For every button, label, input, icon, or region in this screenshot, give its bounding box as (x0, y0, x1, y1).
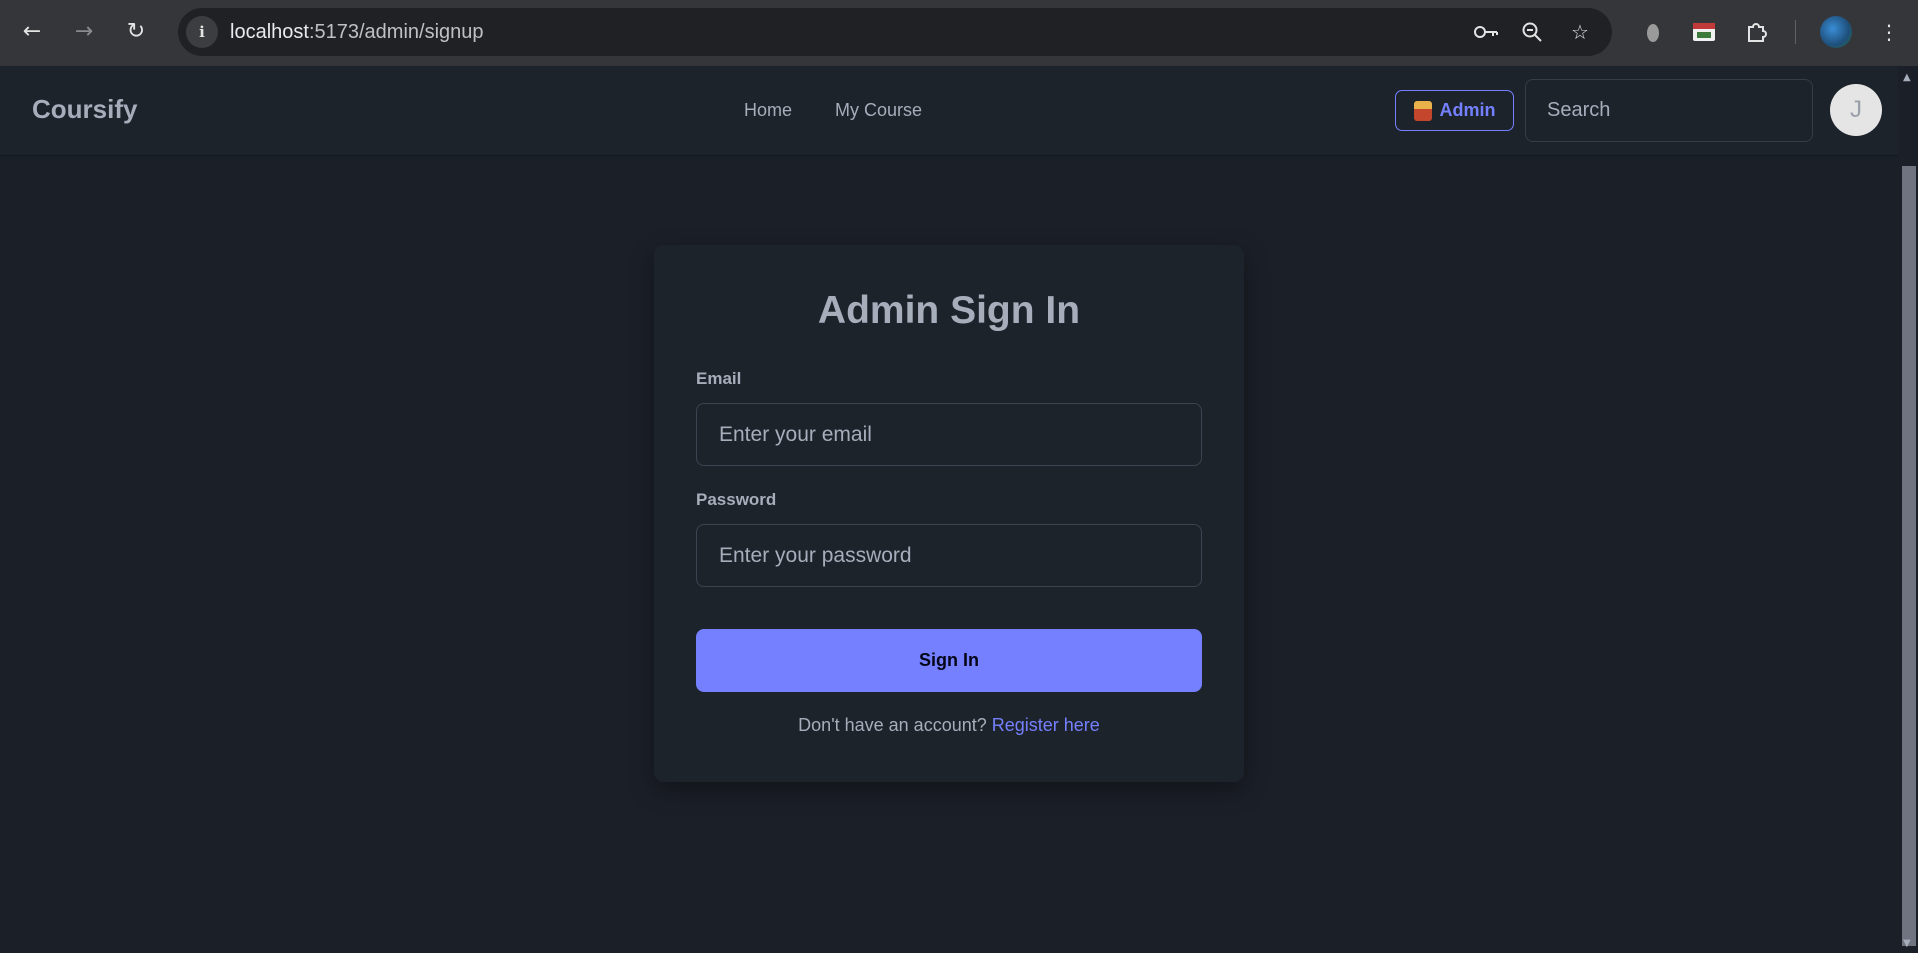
browser-toolbar: ← → ↻ i localhost:5173/admin/signup ☆ ⋮ (0, 0, 1918, 66)
logo[interactable]: Coursify (32, 94, 137, 125)
admin-emoji-icon (1413, 100, 1432, 121)
extension-icon[interactable] (1686, 14, 1722, 50)
email-field[interactable] (696, 403, 1202, 466)
nav-home-link[interactable]: Home (744, 100, 792, 121)
admin-button[interactable]: Admin (1395, 90, 1514, 131)
address-bar[interactable]: i localhost:5173/admin/signup ☆ (178, 8, 1612, 56)
scroll-thumb[interactable] (1902, 166, 1916, 946)
scroll-down-icon[interactable]: ▼ (1903, 938, 1911, 949)
site-info-icon[interactable]: i (186, 16, 218, 48)
zoom-icon[interactable] (1518, 18, 1546, 46)
bookmark-star-icon[interactable]: ☆ (1566, 18, 1594, 46)
register-prompt-text: Don't have an account? (798, 715, 992, 735)
page-scrollbar[interactable]: ▲ ▼ (1898, 66, 1918, 953)
search-input[interactable] (1525, 79, 1813, 142)
nav-my-course-link[interactable]: My Course (835, 100, 922, 121)
password-key-icon[interactable] (1472, 18, 1500, 46)
admin-button-label: Admin (1439, 100, 1496, 120)
app-navbar: Coursify Home My Course Admin J (0, 66, 1898, 156)
sign-in-button[interactable]: Sign In (696, 629, 1202, 692)
password-field[interactable] (696, 524, 1202, 587)
extension-icon[interactable] (1635, 14, 1671, 50)
forward-icon[interactable]: → (66, 13, 102, 49)
register-prompt: Don't have an account? Register here (654, 715, 1244, 736)
register-link[interactable]: Register here (992, 715, 1100, 735)
page-title: Admin Sign In (817, 289, 1081, 332)
signin-card: Admin Sign In Email Password Sign In Don… (654, 245, 1244, 782)
scroll-up-icon[interactable]: ▲ (1903, 72, 1911, 83)
password-label: Password (696, 490, 777, 509)
puzzle-icon[interactable] (1738, 14, 1774, 50)
toolbar-divider (1795, 20, 1796, 44)
profile-avatar-icon[interactable] (1820, 16, 1852, 48)
reload-icon[interactable]: ↻ (118, 13, 154, 49)
avatar[interactable]: J (1830, 84, 1882, 136)
back-icon[interactable]: ← (14, 13, 50, 49)
email-label: Email (696, 369, 742, 388)
url-text[interactable]: localhost:5173/admin/signup (230, 21, 484, 44)
menu-icon[interactable]: ⋮ (1871, 14, 1907, 50)
